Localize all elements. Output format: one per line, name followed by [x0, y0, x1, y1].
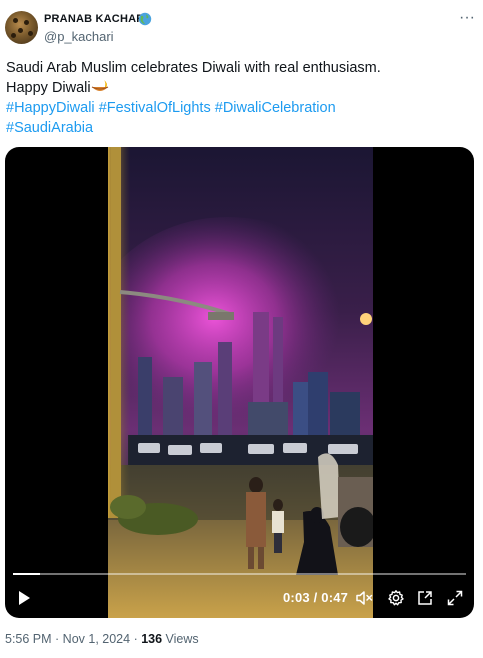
- video-progress-bar[interactable]: [13, 573, 466, 575]
- play-icon[interactable]: [15, 589, 33, 607]
- tweet-time[interactable]: 5:56 PM: [5, 632, 52, 646]
- tweet-text: Saudi Arab Muslim celebrates Diwali with…: [6, 58, 476, 138]
- tweet-line-1: Saudi Arab Muslim celebrates Diwali with…: [6, 60, 381, 76]
- video-duration: 0:47: [321, 590, 349, 605]
- avatar[interactable]: [5, 11, 38, 44]
- more-dots-icon: ···: [459, 9, 475, 26]
- tweet-meta: 5:56 PM · Nov 1, 2024 · 136 Views: [5, 632, 199, 646]
- hashtag-link[interactable]: #SaudiArabia: [6, 120, 93, 136]
- tweet-line-2: Happy Diwali: [6, 78, 476, 98]
- tweet-card: PRANAB KACHARI @p_kachari ··· Saudi Arab…: [0, 0, 483, 658]
- video-frame: [108, 147, 373, 618]
- hashtag-link[interactable]: #DiwaliCelebration: [215, 100, 336, 116]
- more-options-button[interactable]: ···: [455, 9, 479, 28]
- video-player[interactable]: 0:03 / 0:47: [5, 147, 474, 618]
- views-count: 136: [141, 632, 163, 646]
- video-time-separator: /: [309, 590, 322, 605]
- globe-icon: [138, 12, 152, 26]
- hashtags-line-2: #SaudiArabia: [6, 118, 476, 138]
- tweet-line-2-text: Happy Diwali: [6, 80, 91, 96]
- gear-icon[interactable]: [387, 589, 405, 607]
- tweet-date[interactable]: Nov 1, 2024: [63, 632, 130, 646]
- hashtags-line-1: #HappyDiwali #FestivalOfLights #DiwaliCe…: [6, 98, 476, 118]
- popout-icon[interactable]: [416, 589, 434, 607]
- fullscreen-icon[interactable]: [446, 589, 464, 607]
- video-time: 0:03 / 0:47: [283, 590, 348, 605]
- author-display-name[interactable]: PRANAB KACHARI: [44, 13, 148, 25]
- meta-separator: ·: [130, 632, 142, 646]
- meta-separator: ·: [51, 632, 63, 646]
- hashtag-link[interactable]: #HappyDiwali: [6, 100, 95, 116]
- author-handle[interactable]: @p_kachari: [44, 29, 114, 44]
- muted-speaker-icon[interactable]: [355, 589, 373, 607]
- views-label: Views: [162, 632, 199, 646]
- video-current-time: 0:03: [283, 590, 310, 605]
- video-progress-fill: [13, 573, 41, 575]
- hashtag-link[interactable]: #FestivalOfLights: [99, 100, 211, 116]
- diya-emoji-icon: [91, 80, 108, 91]
